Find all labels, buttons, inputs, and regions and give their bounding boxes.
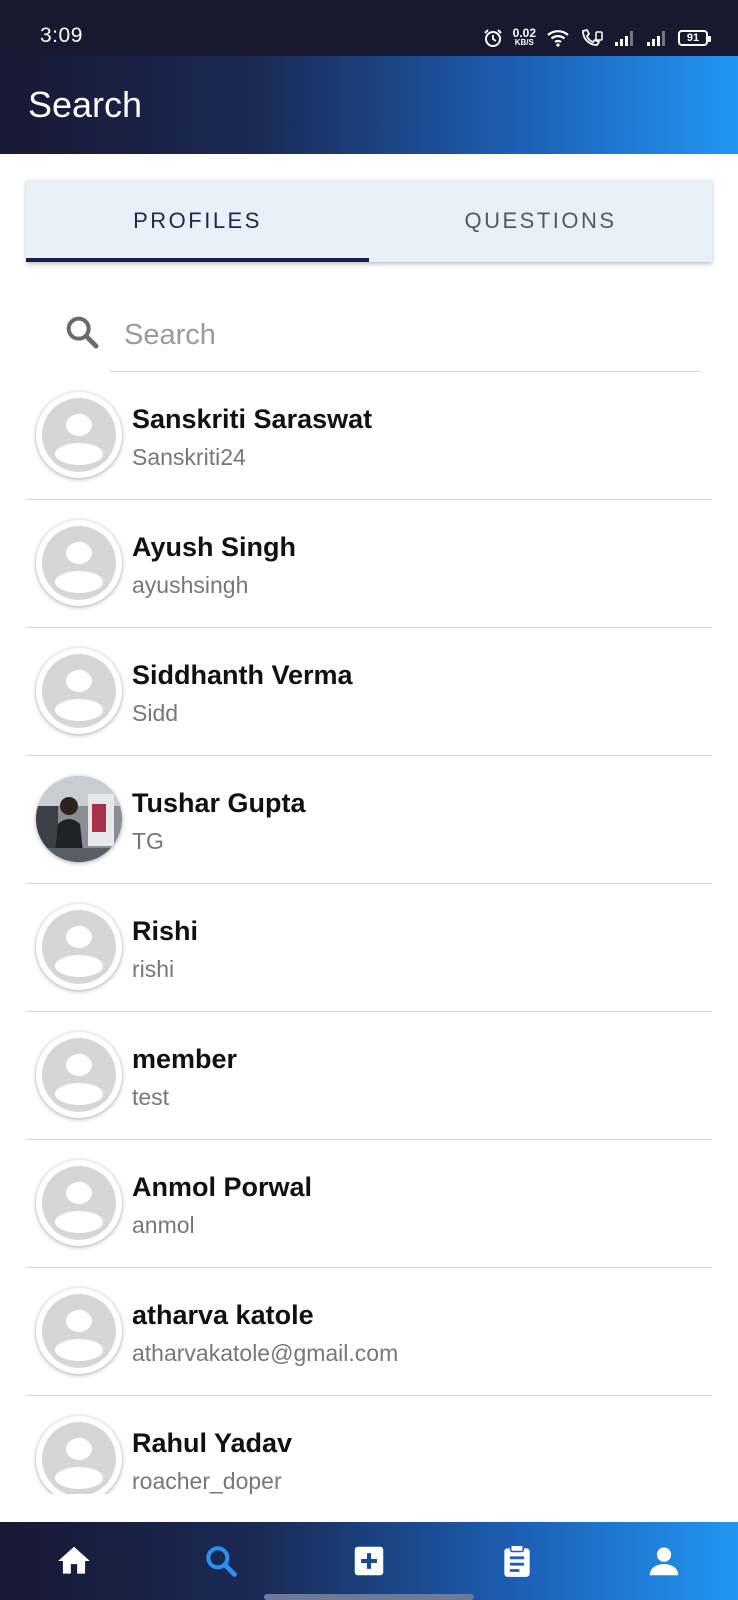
alarm-icon	[483, 29, 502, 47]
profile-name: Ayush Singh	[132, 532, 297, 562]
avatar	[36, 1032, 122, 1118]
default-avatar-icon	[42, 1422, 116, 1494]
profile-photo	[36, 776, 122, 862]
signal-icon-1	[615, 31, 633, 46]
profile-username: TG	[132, 828, 164, 854]
profile-list: Sanskriti Saraswat Sanskriti24 Ayush Singh…	[26, 372, 712, 1494]
signal-icon-2	[647, 31, 665, 46]
tab-bar: PROFILES QUESTIONS	[26, 180, 712, 262]
profile-username: ayushsingh	[132, 572, 249, 598]
search-icon	[66, 316, 99, 349]
avatar	[36, 392, 122, 478]
nav-add[interactable]	[295, 1522, 443, 1600]
avatar	[36, 1416, 122, 1494]
search-bar	[60, 300, 700, 372]
wifi-icon	[547, 30, 569, 47]
nav-clipboard[interactable]	[443, 1522, 591, 1600]
wifi-calling-icon	[582, 28, 603, 46]
page-title: Search	[28, 84, 143, 125]
add-box-icon	[354, 1546, 384, 1576]
profile-name: Tushar Gupta	[132, 788, 306, 818]
list-item[interactable]: Tushar Gupta TG	[26, 756, 712, 884]
status-bar: 3:09 0.02 KB/S 91	[0, 0, 738, 56]
profile-username: Sanskriti24	[132, 444, 246, 470]
avatar	[36, 648, 122, 734]
clipboard-icon	[503, 1544, 530, 1577]
profile-name: Anmol Porwal	[132, 1172, 313, 1202]
network-speed-unit: KB/S	[514, 38, 534, 47]
list-item[interactable]: Anmol Porwal anmol	[26, 1140, 712, 1268]
list-item[interactable]: Ayush Singh ayushsingh	[26, 500, 712, 628]
status-icons: 0.02 KB/S 91	[483, 24, 711, 52]
profile-name: Siddhanth Verma	[132, 660, 353, 690]
profile-username: anmol	[132, 1212, 195, 1238]
battery-icon: 91	[678, 30, 711, 46]
tab-questions[interactable]: QUESTIONS	[369, 180, 712, 262]
profile-username: roacher_doper	[132, 1468, 282, 1494]
status-time: 3:09	[40, 24, 83, 47]
profile-username: Sidd	[132, 700, 179, 726]
avatar	[36, 1288, 122, 1374]
list-item[interactable]: member test	[26, 1012, 712, 1140]
list-item[interactable]: Rishi rishi	[26, 884, 712, 1012]
default-avatar-icon	[42, 398, 116, 472]
profile-username: rishi	[132, 956, 175, 982]
tab-profiles[interactable]: PROFILES	[26, 180, 369, 262]
nav-search[interactable]	[148, 1522, 296, 1600]
app-bar: Search	[0, 56, 738, 154]
list-item[interactable]: Rahul Yadav roacher_doper	[26, 1396, 712, 1494]
network-speed-value: 0.02	[512, 26, 536, 40]
avatar	[36, 776, 122, 862]
default-avatar-icon	[42, 526, 116, 600]
profile-username: atharvakatole@gmail.com	[132, 1340, 399, 1366]
search-icon	[206, 1546, 238, 1577]
battery-level: 91	[686, 32, 700, 44]
list-item[interactable]: atharva katole atharvakatole@gmail.com	[26, 1268, 712, 1396]
person-icon	[649, 1547, 679, 1576]
profile-name: Sanskriti Saraswat	[132, 404, 373, 434]
avatar	[36, 904, 122, 990]
default-avatar-icon	[42, 910, 116, 984]
profile-name: Rishi	[132, 916, 199, 946]
profile-name: Rahul Yadav	[132, 1428, 293, 1458]
home-indicator	[264, 1594, 474, 1600]
profile-name: member	[132, 1044, 238, 1074]
profile-name: atharva katole	[132, 1300, 314, 1330]
profile-username: test	[132, 1084, 170, 1110]
default-avatar-icon	[42, 1038, 116, 1112]
list-item[interactable]: Sanskriti Saraswat Sanskriti24	[26, 372, 712, 500]
nav-home[interactable]	[0, 1522, 148, 1600]
network-speed: 0.02 KB/S	[512, 26, 536, 48]
list-item[interactable]: Siddhanth Verma Sidd	[26, 628, 712, 756]
default-avatar-icon	[42, 1166, 116, 1240]
search-input[interactable]	[110, 300, 700, 372]
bottom-navigation	[0, 1522, 738, 1600]
nav-profile[interactable]	[590, 1522, 738, 1600]
avatar	[36, 520, 122, 606]
avatar	[36, 1160, 122, 1246]
default-avatar-icon	[42, 1294, 116, 1368]
default-avatar-icon	[42, 654, 116, 728]
home-icon	[57, 1546, 90, 1574]
